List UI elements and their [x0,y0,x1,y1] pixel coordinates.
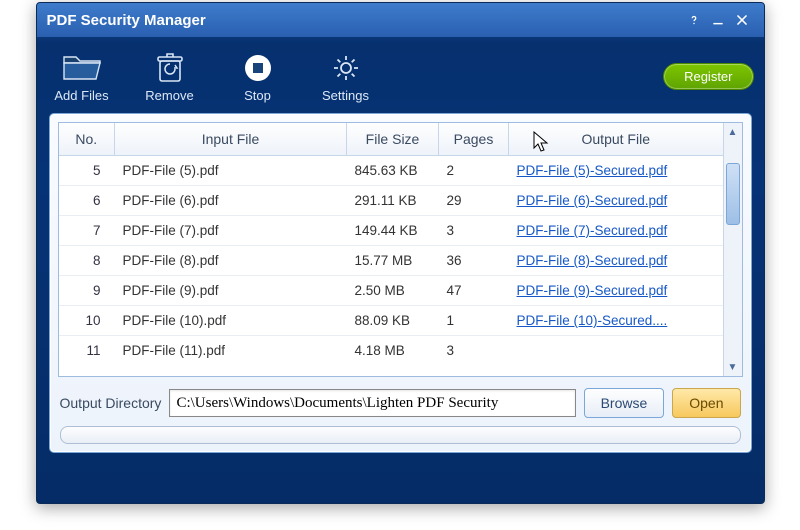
cell-output[interactable]: PDF-File (7)-Secured.pdf [509,216,723,246]
settings-label: Settings [311,88,381,103]
table-row[interactable]: 5PDF-File (5).pdf845.63 KB2 PDF-File (5)-… [59,156,723,186]
file-table-container: No. Input File File Size Pages Output Fi… [58,122,743,377]
cell-pages: 29 [439,186,509,216]
output-link[interactable]: PDF-File (10)-Secured.... [517,313,668,328]
cell-size: 15.77 MB [347,246,439,276]
minimize-button[interactable] [706,8,730,32]
cell-file: PDF-File (8).pdf [115,246,347,276]
cell-output[interactable]: PDF-File (6)-Secured.pdf [509,186,723,216]
col-output-file[interactable]: Output File [509,123,723,156]
window-title: PDF Security Manager [47,12,682,29]
cell-size: 291.11 KB [347,186,439,216]
table-row[interactable]: 10PDF-File (10).pdf88.09 KB1 PDF-File (10… [59,306,723,336]
cell-pages: 3 [439,336,509,366]
cell-output[interactable]: PDF-File (5)-Secured.pdf [509,156,723,186]
table-row[interactable]: 7PDF-File (7).pdf149.44 KB3 PDF-File (7)-… [59,216,723,246]
remove-button[interactable]: Remove [135,50,205,103]
content-panel: No. Input File File Size Pages Output Fi… [49,113,752,453]
output-directory-row: Output Directory C:\Users\Windows\Docume… [60,387,741,419]
stop-label: Stop [223,88,293,103]
browse-button[interactable]: Browse [584,388,665,418]
app-window: PDF Security Manager [36,2,765,504]
cell-file: PDF-File (10).pdf [115,306,347,336]
output-dir-field[interactable]: C:\Users\Windows\Documents\Lighten PDF S… [169,389,575,417]
cell-no: 8 [59,246,115,276]
cell-file: PDF-File (5).pdf [115,156,347,186]
open-button[interactable]: Open [672,388,740,418]
gear-icon [311,50,381,86]
vertical-scrollbar[interactable]: ▲ ▼ [723,123,742,376]
cell-no: 7 [59,216,115,246]
cell-size: 2.50 MB [347,276,439,306]
output-dir-label: Output Directory [60,395,162,411]
cell-output[interactable]: PDF-File (10)-Secured.... [509,306,723,336]
output-link[interactable]: PDF-File (8)-Secured.pdf [517,253,668,268]
cell-no: 11 [59,336,115,366]
col-file-size[interactable]: File Size [347,123,439,156]
cell-output[interactable]: PDF-File (9)-Secured.pdf [509,276,723,306]
col-pages[interactable]: Pages [439,123,509,156]
add-files-label: Add Files [47,88,117,103]
remove-label: Remove [135,88,205,103]
close-button[interactable] [730,8,754,32]
progress-bar [60,426,741,444]
output-link[interactable]: PDF-File (7)-Secured.pdf [517,223,668,238]
col-no[interactable]: No. [59,123,115,156]
cell-pages: 36 [439,246,509,276]
add-files-button[interactable]: Add Files [47,50,117,103]
output-dir-value: C:\Users\Windows\Documents\Lighten PDF S… [176,395,498,412]
cell-pages: 2 [439,156,509,186]
table-row[interactable]: 9PDF-File (9).pdf2.50 MB47 PDF-File (9)-S… [59,276,723,306]
cell-file: PDF-File (9).pdf [115,276,347,306]
table-row[interactable]: 8PDF-File (8).pdf15.77 MB36 PDF-File (8)-… [59,246,723,276]
settings-button[interactable]: Settings [311,50,381,103]
cell-no: 6 [59,186,115,216]
col-input-file[interactable]: Input File [115,123,347,156]
cell-file: PDF-File (11).pdf [115,336,347,366]
title-bar: PDF Security Manager [37,3,764,37]
cell-output[interactable]: PDF-File (8)-Secured.pdf [509,246,723,276]
cell-pages: 3 [439,216,509,246]
cell-size: 845.63 KB [347,156,439,186]
help-button[interactable] [682,8,706,32]
output-link[interactable]: PDF-File (9)-Secured.pdf [517,283,668,298]
stop-icon [223,50,293,86]
cell-size: 4.18 MB [347,336,439,366]
cell-no: 9 [59,276,115,306]
scroll-down-arrow[interactable]: ▼ [724,358,742,376]
cell-pages: 47 [439,276,509,306]
cell-file: PDF-File (7).pdf [115,216,347,246]
table-row[interactable]: 11PDF-File (11).pdf4.18 MB3 [59,336,723,366]
cell-output [509,336,723,366]
cell-no: 5 [59,156,115,186]
scroll-thumb[interactable] [726,163,740,225]
cell-size: 149.44 KB [347,216,439,246]
output-link[interactable]: PDF-File (5)-Secured.pdf [517,163,668,178]
output-link[interactable]: PDF-File (6)-Secured.pdf [517,193,668,208]
folder-icon [47,50,117,86]
table-row[interactable]: 6PDF-File (6).pdf291.11 KB29 PDF-File (6)… [59,186,723,216]
file-table[interactable]: No. Input File File Size Pages Output Fi… [59,123,723,365]
cell-file: PDF-File (6).pdf [115,186,347,216]
register-button[interactable]: Register [663,63,753,90]
scroll-up-arrow[interactable]: ▲ [724,123,742,141]
stop-button[interactable]: Stop [223,50,293,103]
main-toolbar: Add Files Remove [37,37,764,111]
cell-no: 10 [59,306,115,336]
cell-pages: 1 [439,306,509,336]
recycle-icon [135,50,205,86]
cell-size: 88.09 KB [347,306,439,336]
